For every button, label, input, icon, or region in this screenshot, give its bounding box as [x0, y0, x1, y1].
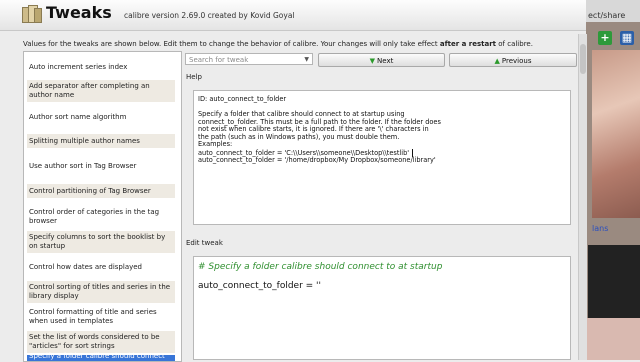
list-item[interactable]: Set the list of words considered to be "…	[27, 331, 175, 353]
scrollbar-thumb[interactable]	[580, 44, 586, 74]
search-placeholder: Search for tweak	[189, 56, 249, 64]
list-item-label: Control partitioning of Tag Browser	[29, 186, 151, 195]
list-item[interactable]: Add separator after completing an author…	[27, 80, 175, 102]
list-item[interactable]: Control formatting of title and series w…	[27, 306, 175, 328]
list-item[interactable]: Splitting multiple author names	[27, 134, 175, 148]
arrow-up-icon: ▲	[494, 57, 500, 65]
title-bar: Tweaks calibre version 2.69.0 created by…	[0, 0, 586, 31]
background-photo	[592, 50, 640, 218]
previous-button[interactable]: ▲ Previous	[449, 53, 577, 67]
edit-tweak-label: Edit tweak	[186, 239, 223, 247]
list-item[interactable]: Auto increment series index	[27, 60, 175, 74]
code-comment: # Specify a folder calibre should connec…	[198, 262, 443, 272]
background-ticker	[586, 318, 640, 360]
help-line: auto_connect_to_folder = '/home/dropbox/…	[198, 155, 436, 164]
help-line: Examples:	[198, 140, 233, 149]
window-title: Tweaks	[46, 3, 112, 22]
list-item-label: Use author sort in Tag Browser	[29, 161, 137, 170]
plus-icon[interactable]: +	[598, 31, 612, 45]
list-item-label: Control order of categories in the tag b…	[29, 208, 160, 225]
next-label: Next	[377, 57, 394, 65]
chevron-down-icon[interactable]: ▼	[304, 54, 309, 66]
list-item-label: Control formatting of title and series w…	[29, 308, 157, 325]
list-item[interactable]: Control partitioning of Tag Browser	[27, 184, 175, 198]
help-text-box: ID: auto_connect_to_folder Specify a fol…	[193, 90, 571, 225]
list-item-label: Auto increment series index	[29, 62, 128, 71]
list-item-label: Author sort name algorithm	[29, 112, 127, 121]
list-item-label: Add separator after completing an author…	[29, 82, 150, 99]
list-item[interactable]: Control sorting of titles and series in …	[27, 281, 175, 303]
list-item[interactable]: Control how dates are displayed	[27, 260, 175, 274]
list-item[interactable]: Author sort name algorithm	[27, 110, 175, 124]
list-item-label: Specify a folder calibre should connect …	[29, 352, 165, 360]
list-item[interactable]: Use author sort in Tag Browser	[27, 159, 175, 173]
help-id-line: ID: auto_connect_to_folder	[198, 95, 287, 103]
tweaks-window: Tweaks calibre version 2.69.0 created by…	[0, 0, 587, 362]
list-item-label: Set the list of words considered to be "…	[29, 333, 160, 350]
list-item[interactable]: Control order of categories in the tag b…	[27, 206, 175, 228]
info-text: Values for the tweaks are shown below. E…	[23, 40, 533, 48]
info-bold: after a restart	[439, 40, 497, 48]
calibre-books-icon	[22, 5, 42, 23]
info-suffix: of calibre.	[498, 40, 533, 48]
list-item[interactable]: Specify columns to sort the booklist by …	[27, 231, 175, 253]
next-button[interactable]: ▼ Next	[318, 53, 445, 67]
version-text: calibre version 2.69.0 created by Kovid …	[124, 11, 295, 20]
help-label: Help	[186, 73, 202, 81]
scrollbar[interactable]	[578, 34, 587, 360]
background-share-text: ect/share	[588, 11, 626, 20]
code-line: auto_connect_to_folder = ''	[198, 281, 322, 291]
search-input[interactable]: Search for tweak ▼	[185, 53, 313, 65]
list-item-label: Splitting multiple author names	[29, 136, 140, 145]
list-item-selected[interactable]: Specify a folder calibre should connect …	[27, 352, 175, 361]
info-prefix: Values for the tweaks are shown below. E…	[23, 40, 438, 48]
arrow-down-icon: ▼	[369, 57, 376, 65]
previous-label: Previous	[501, 57, 532, 65]
list-item-label: Control sorting of titles and series in …	[29, 283, 171, 300]
grid-icon[interactable]: ▦	[620, 31, 634, 45]
tweaks-list[interactable]: Auto increment series index Add separato…	[23, 51, 182, 362]
list-item-label: Control how dates are displayed	[29, 262, 143, 271]
edit-tweak-editor[interactable]: # Specify a folder calibre should connec…	[193, 256, 571, 360]
list-item-label: Specify columns to sort the booklist by …	[29, 233, 166, 250]
background-link[interactable]: lans	[592, 224, 608, 233]
